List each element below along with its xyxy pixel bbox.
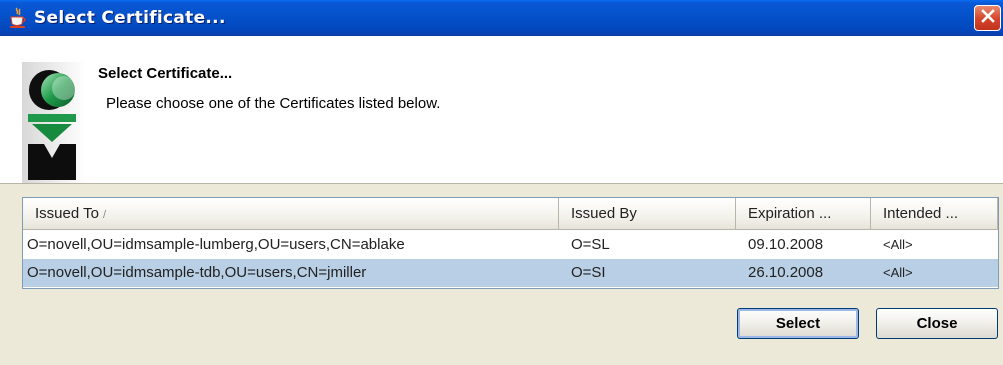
column-label: Issued To: [35, 205, 99, 222]
close-button[interactable]: Close: [876, 308, 998, 339]
column-label: Issued By: [571, 205, 637, 222]
sort-ascending-icon: /: [102, 209, 106, 221]
cell-issued-by: O=SI: [571, 264, 606, 281]
cell-intended: <All>: [883, 237, 913, 252]
cell-expiration: 09.10.2008: [748, 236, 824, 253]
table-row[interactable]: O=novell,OU=idmsample-lumberg,OU=users,C…: [23, 231, 998, 259]
window-title: Select Certificate...: [34, 8, 226, 28]
cell-issued-to: O=novell,OU=idmsample-tdb,OU=users,CN=jm…: [27, 264, 367, 281]
cell-issued-to: O=novell,OU=idmsample-lumberg,OU=users,C…: [27, 236, 405, 253]
title-bar[interactable]: Select Certificate...: [0, 0, 1003, 36]
cell-expiration: 26.10.2008: [748, 264, 824, 281]
table-header: Issued To / Issued By Expiration ... Inte…: [23, 198, 998, 231]
table-row-selected[interactable]: O=novell,OU=idmsample-tdb,OU=users,CN=jm…: [23, 259, 998, 287]
dialog-header: Select Certificate... Please choose one …: [0, 36, 1003, 184]
java-cup-icon: [8, 7, 28, 29]
select-button[interactable]: Select: [737, 308, 859, 339]
column-header-intended[interactable]: Intended ...: [871, 198, 998, 230]
close-window-button[interactable]: [974, 5, 1001, 31]
column-header-expiration[interactable]: Expiration ...: [736, 198, 871, 230]
close-icon: [980, 8, 995, 28]
column-header-issued-to[interactable]: Issued To /: [23, 198, 559, 230]
certificate-table[interactable]: Issued To / Issued By Expiration ... Inte…: [22, 197, 999, 289]
header-title: Select Certificate...: [98, 65, 233, 82]
column-label: Expiration ...: [748, 205, 832, 222]
novell-logo: [22, 62, 86, 183]
column-header-issued-by[interactable]: Issued By: [559, 198, 736, 230]
select-certificate-dialog: Select Certificate... Select Certificate…: [0, 0, 1003, 365]
cell-intended: <All>: [883, 265, 913, 280]
column-label: Intended ...: [883, 205, 959, 222]
cell-issued-by: O=SL: [571, 236, 610, 253]
header-description: Please choose one of the Certificates li…: [106, 95, 441, 112]
